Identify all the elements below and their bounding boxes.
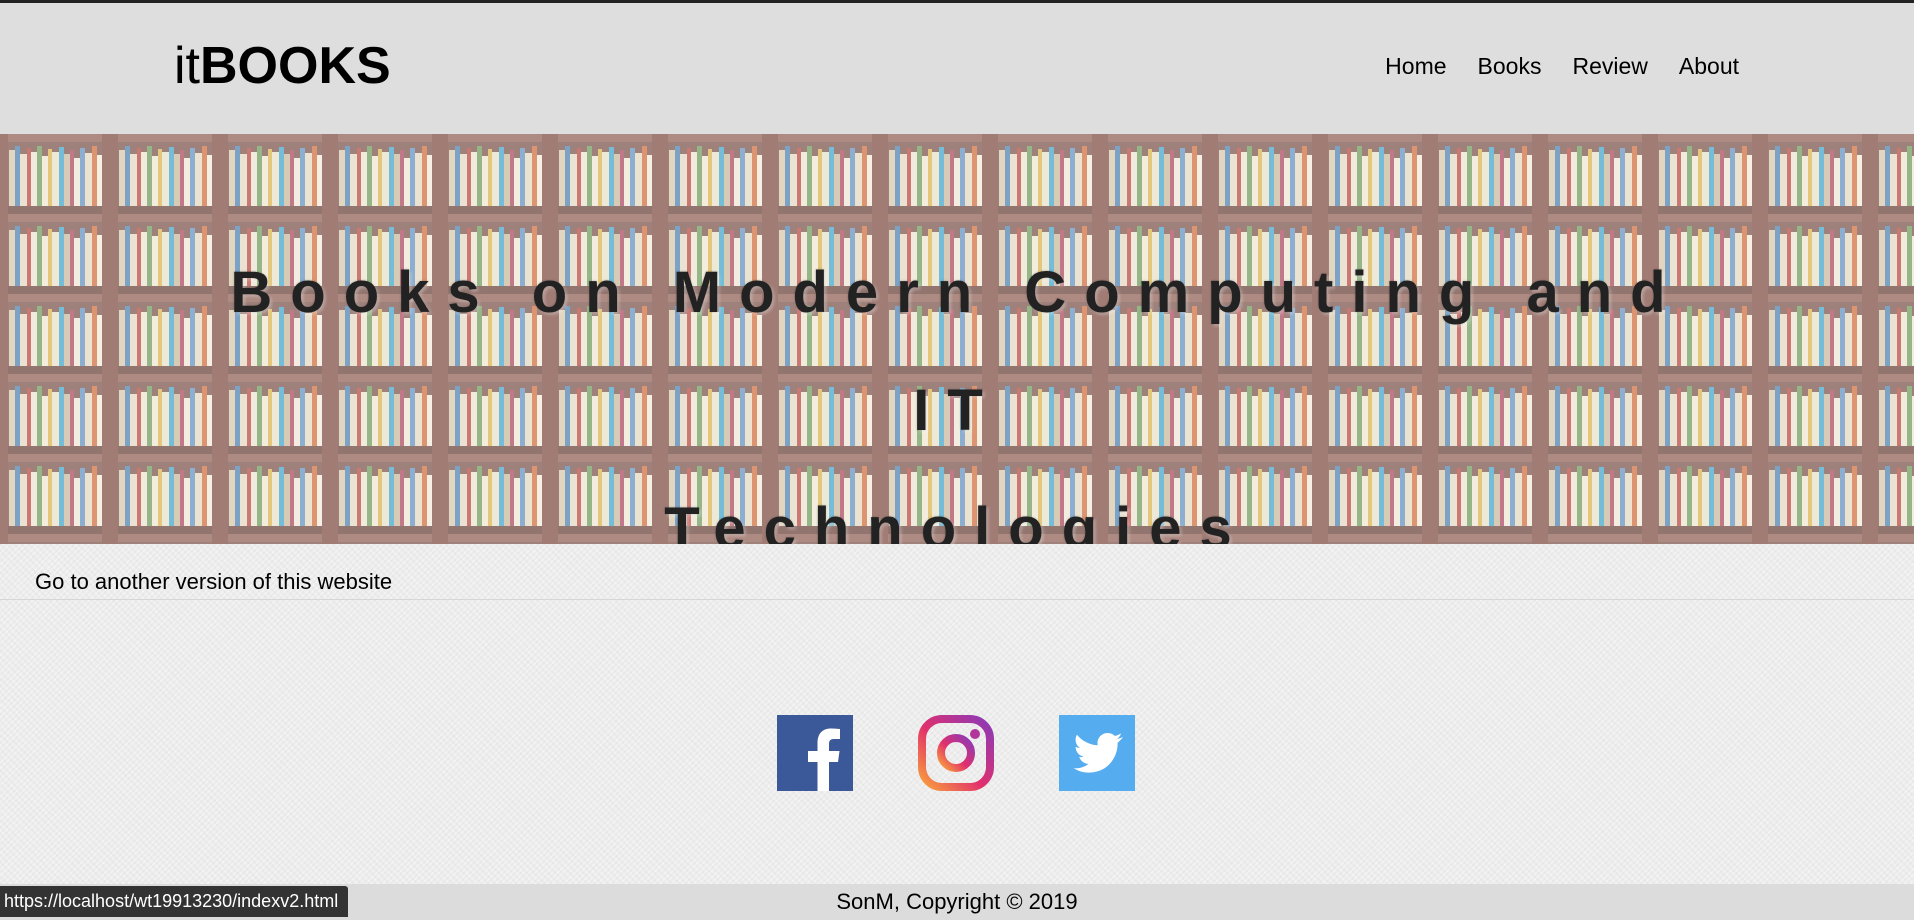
nav-review[interactable]: Review (1572, 51, 1647, 81)
facebook-link[interactable] (777, 715, 853, 791)
hero-heading-line-1: Books on Modern Computing and IT (230, 260, 1684, 443)
twitter-link[interactable] (1059, 715, 1135, 791)
content-divider (0, 599, 1914, 600)
instagram-icon (918, 715, 994, 791)
nav-about[interactable]: About (1679, 51, 1739, 81)
twitter-icon (1059, 715, 1135, 791)
facebook-icon (777, 715, 853, 791)
hero-heading: Books on Modern Computing and IT Technol… (200, 234, 1714, 544)
hero-heading-line-2: Technologies (664, 496, 1250, 544)
browser-status-bar: https://localhost/wt19913230/indexv2.htm… (0, 886, 349, 917)
logo-text-books: BOOKS (200, 37, 391, 95)
main-nav: Home Books Review About (1385, 51, 1739, 81)
other-version-link[interactable]: Go to another version of this website (35, 567, 392, 597)
logo-text-it: it (174, 37, 200, 95)
nav-home[interactable]: Home (1385, 51, 1446, 81)
hero-banner: Books on Modern Computing and IT Technol… (0, 134, 1914, 544)
instagram-link[interactable] (918, 715, 994, 791)
nav-books[interactable]: Books (1478, 51, 1542, 81)
site-header: itBOOKS Home Books Review About (0, 3, 1914, 134)
site-logo[interactable]: itBOOKS (174, 36, 391, 96)
